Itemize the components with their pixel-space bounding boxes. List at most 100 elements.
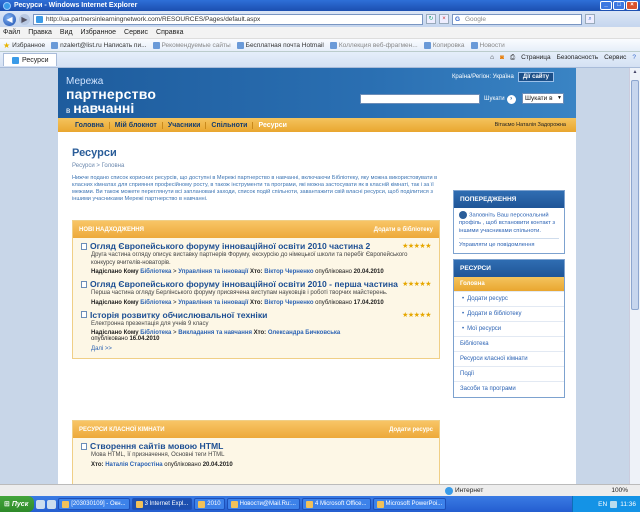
tab-resources[interactable]: Ресурси <box>3 53 58 66</box>
item-meta: Надіслано Кому Бібліотека > Викладання т… <box>91 330 341 342</box>
taskbar-item[interactable]: 4 Microsoft Office... <box>301 498 371 510</box>
nav-communities[interactable]: Спільноти <box>206 121 254 129</box>
quicklaunch-icon[interactable] <box>47 499 57 509</box>
add-to-library-link[interactable]: Додати в бібліотеку <box>374 227 433 233</box>
taskbar-item[interactable]: 2010 <box>194 498 225 510</box>
more-link[interactable]: Далі >> <box>73 343 439 358</box>
menu-file[interactable]: Файл <box>3 29 20 36</box>
category-link[interactable]: Викладання та навчання <box>178 330 252 336</box>
category-link[interactable]: Управління та інновації <box>178 269 248 275</box>
favorite-item[interactable]: Новости <box>470 41 505 49</box>
site-logo[interactable]: Мережа партнерство в навчанні <box>66 77 156 116</box>
item-meta: Надіслано Кому Бібліотека > Управління т… <box>91 269 384 275</box>
warning-title: ПОПЕРЕДЖЕННЯ <box>454 191 564 208</box>
item-title-link[interactable]: Огляд Європейського форуму інноваційної … <box>90 241 398 251</box>
quicklaunch-icon[interactable] <box>36 499 46 509</box>
page-icon <box>12 56 19 64</box>
taskbar-item[interactable]: Новости@Mail.Ru:... <box>226 498 300 510</box>
app-icon <box>62 500 70 508</box>
library-link[interactable]: Бібліотека <box>140 269 171 275</box>
manage-message-link[interactable]: Управляти це повідомлення <box>459 242 535 248</box>
author-link[interactable]: Наталія Старостіна <box>105 462 162 468</box>
taskbar-item[interactable]: [203030109] - Окн... <box>58 498 130 510</box>
author-link[interactable]: Віктор Черненко <box>264 300 313 306</box>
nav-home[interactable]: Головна <box>70 121 110 129</box>
taskbar-item[interactable]: Microsoft PowerPoi... <box>372 498 447 510</box>
nav-notebook[interactable]: Мій блокнот <box>110 121 163 129</box>
site-actions-button[interactable]: Дії сайту <box>517 72 554 82</box>
library-link[interactable]: Бібліотека <box>140 300 171 306</box>
start-button[interactable]: ⊞ Пуск <box>0 496 35 512</box>
help-icon[interactable]: ? <box>632 54 636 62</box>
author-link[interactable]: Олександра Бичковська <box>268 330 340 336</box>
favorite-item[interactable]: Коллекция веб-фрагмен... <box>329 41 418 49</box>
site-search-input[interactable] <box>360 94 480 104</box>
site-search-button[interactable]: Шукати › <box>484 94 516 104</box>
language-indicator[interactable]: EN <box>598 501 607 508</box>
page-icon <box>51 41 59 49</box>
command-tools[interactable]: Сервис <box>604 54 626 62</box>
list-item: Історія розвитку обчислювальної техніки ★… <box>73 307 439 344</box>
region-link[interactable]: Країна/Регіон: Україна <box>452 74 514 80</box>
search-scope-select[interactable]: Шукати в <box>522 93 564 104</box>
menu-view[interactable]: Вид <box>60 29 73 36</box>
favorite-item[interactable]: nzalert@list.ru Написать пи... <box>51 41 147 49</box>
sidebar-item-tools[interactable]: Засоби та програми <box>454 382 564 397</box>
taskbar-item[interactable]: 3 Internet Expl... <box>131 498 193 510</box>
sidebar-item-events[interactable]: Події <box>454 367 564 382</box>
item-title-link[interactable]: Історія розвитку обчислювальної техніки <box>90 310 398 320</box>
search-icon[interactable]: ⌕ <box>585 14 595 24</box>
address-bar[interactable]: http://ua.partnersinlearningnetwork.com/… <box>33 13 423 25</box>
app-icon <box>135 500 143 508</box>
favorite-item[interactable]: Копировка <box>423 41 465 49</box>
sidebar-item-library[interactable]: Бібліотека <box>454 337 564 352</box>
print-icon[interactable]: ⎙ <box>510 54 515 62</box>
scroll-up-icon[interactable]: ▲ <box>631 69 639 78</box>
sidebar-item-add-resource[interactable]: Додати ресурс <box>454 292 564 307</box>
back-button[interactable]: ◀ <box>3 12 16 26</box>
list-item: Огляд Європейського форуму інноваційної … <box>73 276 439 307</box>
resources-menu-box: РЕСУРСИ Головна Додати ресурс Додати в б… <box>453 258 565 398</box>
item-title-link[interactable]: Створення сайтів мовою HTML <box>90 441 431 451</box>
stop-icon[interactable]: × <box>439 14 449 24</box>
menu-tools[interactable]: Сервис <box>124 29 148 36</box>
favorite-item[interactable]: Рекомендуемые сайты <box>152 41 231 49</box>
sidebar-item-home[interactable]: Головна <box>454 276 564 292</box>
menu-edit[interactable]: Правка <box>28 29 52 36</box>
rss-icon[interactable]: ◙ <box>500 54 504 62</box>
close-window-button[interactable]: × <box>626 1 638 10</box>
add-resource-link[interactable]: Додати ресурс <box>389 427 433 433</box>
breadcrumb[interactable]: Ресурси > Головна <box>72 163 124 169</box>
system-tray: EN 11:36 <box>572 496 640 512</box>
favorites-button[interactable]: ★ Избранное <box>3 41 45 50</box>
minimize-button[interactable]: _ <box>600 1 612 10</box>
right-sidebar: ПОПЕРЕДЖЕННЯ Заповніть Ваш персональний … <box>453 190 565 403</box>
author-link[interactable]: Віктор Черненко <box>264 269 313 275</box>
page-icon <box>152 41 160 49</box>
favorite-item[interactable]: Бесплатная почта Hotmail <box>236 41 324 49</box>
maximize-button[interactable]: □ <box>613 1 625 10</box>
sidebar-item-classroom-resources[interactable]: Ресурси класної кімнати <box>454 352 564 367</box>
command-bar: ⌂ ◙ ⎙ Страница Безопасность Сервис ? <box>490 54 636 62</box>
forward-button[interactable]: ▶ <box>19 13 30 25</box>
search-input[interactable]: Google <box>452 13 582 25</box>
vertical-scrollbar[interactable]: ▲ ▼ <box>629 68 640 496</box>
item-description: Перша частина огляду Берлінського форуму… <box>91 290 388 296</box>
tray-icon[interactable] <box>610 500 618 508</box>
refresh-icon[interactable]: ↻ <box>426 14 436 24</box>
menu-help[interactable]: Справка <box>156 29 183 36</box>
sidebar-item-add-to-library[interactable]: Додати в бібліотеку <box>454 307 564 322</box>
command-page[interactable]: Страница <box>521 54 550 62</box>
home-icon[interactable]: ⌂ <box>490 54 494 62</box>
scroll-thumb[interactable] <box>631 80 639 310</box>
menu-favorites[interactable]: Избранное <box>81 29 116 36</box>
sidebar-item-my-resources[interactable]: Мої ресурси <box>454 322 564 337</box>
item-title-link[interactable]: Огляд Європейського форуму інноваційної … <box>90 279 398 289</box>
warning-text[interactable]: Заповніть Ваш персональний профіль , щоб… <box>459 213 555 234</box>
command-security[interactable]: Безопасность <box>557 54 598 62</box>
nav-members[interactable]: Учасники <box>163 121 207 129</box>
category-link[interactable]: Управління та інновації <box>178 300 248 306</box>
zoom-level[interactable]: 100% <box>611 487 628 494</box>
nav-resources[interactable]: Ресурси <box>253 122 291 129</box>
welcome-user[interactable]: Вітаємо Наталія Задорожна <box>495 122 566 128</box>
